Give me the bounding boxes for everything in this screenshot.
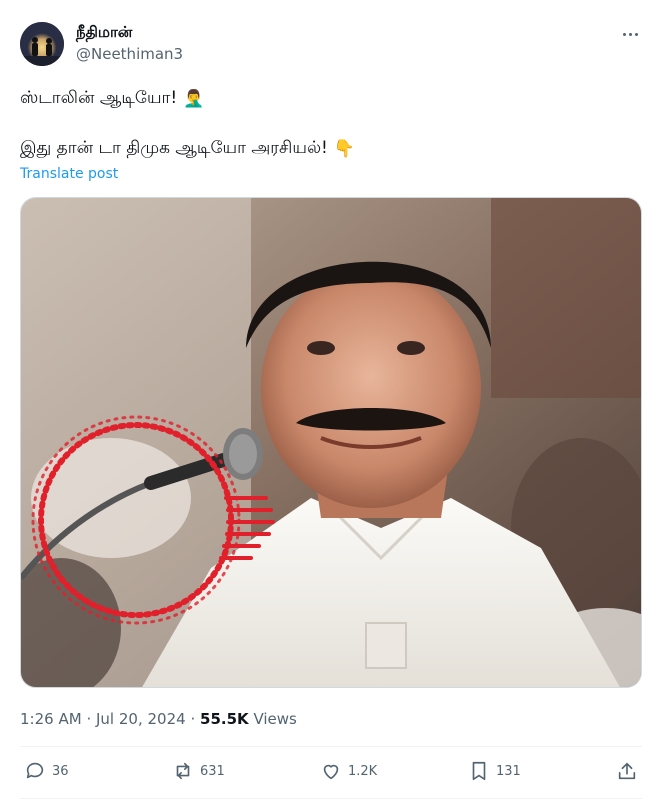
pointing-down-emoji: 👇 [333, 139, 356, 159]
like-count: 1.2K [348, 763, 378, 779]
post-text: இது தான் டா திமுக ஆடியோ அரசியல்! [20, 138, 328, 158]
like-button[interactable]: 1.2K [320, 760, 377, 782]
divider [20, 798, 642, 799]
separator: · [190, 710, 196, 728]
avatar-image [20, 22, 64, 66]
repost-icon [176, 762, 190, 780]
video-thumbnail [21, 198, 641, 687]
reply-count: 36 [52, 763, 69, 779]
repost-button[interactable]: 631 [172, 760, 225, 782]
translate-post-link[interactable]: Translate post [20, 166, 118, 182]
user-handle[interactable]: @Neethiman3 [76, 45, 183, 63]
post-text-line-1: ஸ்டாலின் ஆடியோ! 🤦‍♂️ [20, 88, 204, 110]
post-date[interactable]: Jul 20, 2024 [96, 710, 186, 728]
avatar[interactable] [20, 22, 64, 66]
post-timestamp: 1:26 AM · Jul 20, 2024 · 55.5K Views [20, 710, 297, 728]
facepalm-emoji: 🤦‍♂️ [183, 89, 205, 109]
post-time[interactable]: 1:26 AM [20, 710, 82, 728]
reply-button[interactable]: 36 [24, 760, 69, 782]
bookmark-count: 131 [496, 763, 521, 779]
bookmark-button[interactable]: 131 [468, 760, 521, 782]
like-icon [323, 764, 339, 780]
separator: · [86, 710, 92, 728]
reply-icon [26, 762, 44, 779]
divider [20, 746, 642, 747]
repost-count: 631 [200, 763, 225, 779]
post-text-line-2: இது தான் டா திமுக ஆடியோ அரசியல்! 👇 [20, 138, 355, 160]
display-name[interactable]: நீதிமான் [76, 23, 132, 43]
post-text: ஸ்டாலின் ஆடியோ! [20, 88, 178, 108]
tweet-post: நீதிமான் @Neethiman3 ஸ்டாலின் ஆடியோ! 🤦‍♂… [0, 0, 662, 803]
views-count: 55.5K [200, 710, 249, 728]
views-label: Views [253, 710, 297, 728]
post-media-video[interactable] [20, 197, 642, 688]
bookmark-icon [472, 761, 486, 781]
share-icon [618, 762, 636, 780]
more-icon[interactable] [616, 22, 644, 46]
share-button[interactable] [616, 760, 638, 782]
